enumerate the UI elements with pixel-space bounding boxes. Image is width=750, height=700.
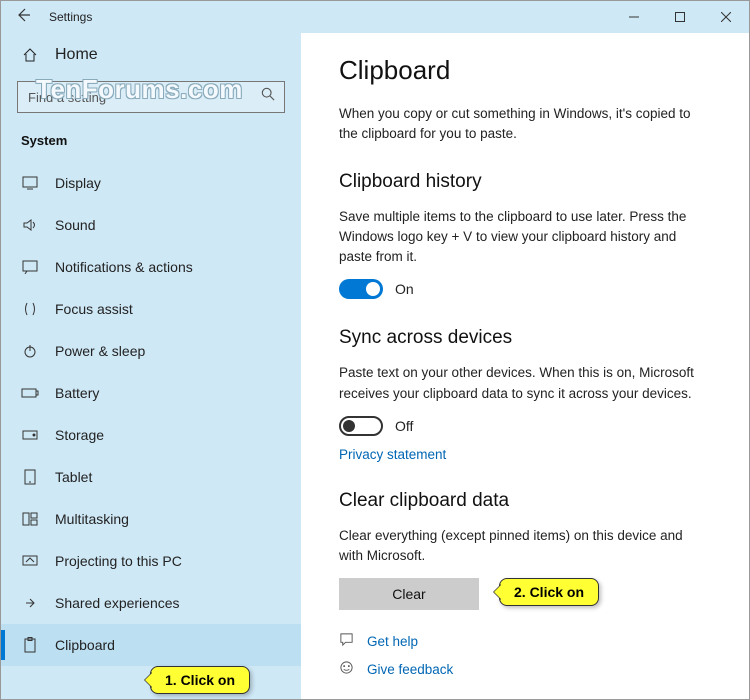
sidebar-item-label: Focus assist xyxy=(55,301,133,317)
sidebar-item-label: Shared experiences xyxy=(55,595,180,611)
search-icon xyxy=(261,87,275,106)
give-feedback-link[interactable]: Give feedback xyxy=(339,660,721,678)
sound-icon xyxy=(21,218,39,232)
sidebar-item-focus-assist[interactable]: Focus assist xyxy=(1,288,301,330)
minimize-button[interactable] xyxy=(611,1,657,33)
battery-icon xyxy=(21,387,39,399)
back-button[interactable] xyxy=(1,7,45,28)
sidebar-home-label: Home xyxy=(55,46,98,64)
sidebar-item-sound[interactable]: Sound xyxy=(1,204,301,246)
help-icon xyxy=(339,632,355,650)
history-heading: Clipboard history xyxy=(339,171,721,193)
history-toggle[interactable] xyxy=(339,279,383,299)
home-icon xyxy=(21,47,39,63)
sidebar-nav: Display Sound Notifications & actions Fo… xyxy=(1,162,301,699)
annotation-callout-1: 1. Click on xyxy=(150,666,250,694)
clear-desc: Clear everything (except pinned items) o… xyxy=(339,526,699,567)
search-wrap xyxy=(1,75,301,123)
titlebar: Settings xyxy=(1,1,749,33)
sidebar-item-display[interactable]: Display xyxy=(1,162,301,204)
sidebar-item-tablet[interactable]: Tablet xyxy=(1,456,301,498)
privacy-statement-link[interactable]: Privacy statement xyxy=(339,447,446,462)
sidebar-item-label: Display xyxy=(55,175,101,191)
maximize-button[interactable] xyxy=(657,1,703,33)
sidebar-item-shared-experiences[interactable]: Shared experiences xyxy=(1,582,301,624)
sync-toggle-state: Off xyxy=(395,418,413,434)
sync-heading: Sync across devices xyxy=(339,327,721,349)
give-feedback-label: Give feedback xyxy=(367,662,453,677)
sidebar-item-label: Battery xyxy=(55,385,99,401)
sidebar-item-multitasking[interactable]: Multitasking xyxy=(1,498,301,540)
sidebar-item-label: Sound xyxy=(55,217,95,233)
sync-toggle[interactable] xyxy=(339,416,383,436)
intro-text: When you copy or cut something in Window… xyxy=(339,104,699,145)
storage-icon xyxy=(21,429,39,441)
search-input[interactable] xyxy=(17,81,285,113)
get-help-label: Get help xyxy=(367,634,418,649)
notifications-icon xyxy=(21,260,39,274)
tablet-icon xyxy=(21,469,39,485)
sidebar-item-label: Tablet xyxy=(55,469,92,485)
window-title: Settings xyxy=(45,10,92,24)
sidebar-section-heading: System xyxy=(1,123,301,162)
history-toggle-state: On xyxy=(395,281,414,297)
sidebar-item-battery[interactable]: Battery xyxy=(1,372,301,414)
feedback-icon xyxy=(339,660,355,678)
clipboard-icon xyxy=(21,637,39,653)
projecting-icon xyxy=(21,554,39,568)
sidebar-item-label: Power & sleep xyxy=(55,343,145,359)
page-title: Clipboard xyxy=(339,55,721,86)
shared-icon xyxy=(21,596,39,610)
clear-button[interactable]: Clear xyxy=(339,578,479,610)
annotation-callout-2: 2. Click on xyxy=(499,578,599,606)
sidebar-item-projecting[interactable]: Projecting to this PC xyxy=(1,540,301,582)
clear-heading: Clear clipboard data xyxy=(339,490,721,512)
focus-assist-icon xyxy=(21,301,39,317)
sidebar-item-label: Notifications & actions xyxy=(55,259,193,275)
sidebar-item-notifications[interactable]: Notifications & actions xyxy=(1,246,301,288)
sidebar-home[interactable]: Home xyxy=(1,35,301,75)
sidebar-item-label: Clipboard xyxy=(55,637,115,653)
display-icon xyxy=(21,176,39,190)
multitasking-icon xyxy=(21,512,39,526)
content-pane: Clipboard When you copy or cut something… xyxy=(301,33,749,699)
sync-desc: Paste text on your other devices. When t… xyxy=(339,363,699,404)
sidebar-item-power-sleep[interactable]: Power & sleep xyxy=(1,330,301,372)
close-button[interactable] xyxy=(703,1,749,33)
history-desc: Save multiple items to the clipboard to … xyxy=(339,207,699,268)
sidebar-item-label: Storage xyxy=(55,427,104,443)
sidebar-item-clipboard[interactable]: Clipboard xyxy=(1,624,301,666)
sidebar-item-label: Multitasking xyxy=(55,511,129,527)
power-icon xyxy=(21,343,39,359)
sidebar: Home System Display Sound Notifications xyxy=(1,33,301,699)
sidebar-item-label: Projecting to this PC xyxy=(55,553,182,569)
sidebar-item-storage[interactable]: Storage xyxy=(1,414,301,456)
settings-window: Settings Home System Display xyxy=(0,0,750,700)
get-help-link[interactable]: Get help xyxy=(339,632,721,650)
